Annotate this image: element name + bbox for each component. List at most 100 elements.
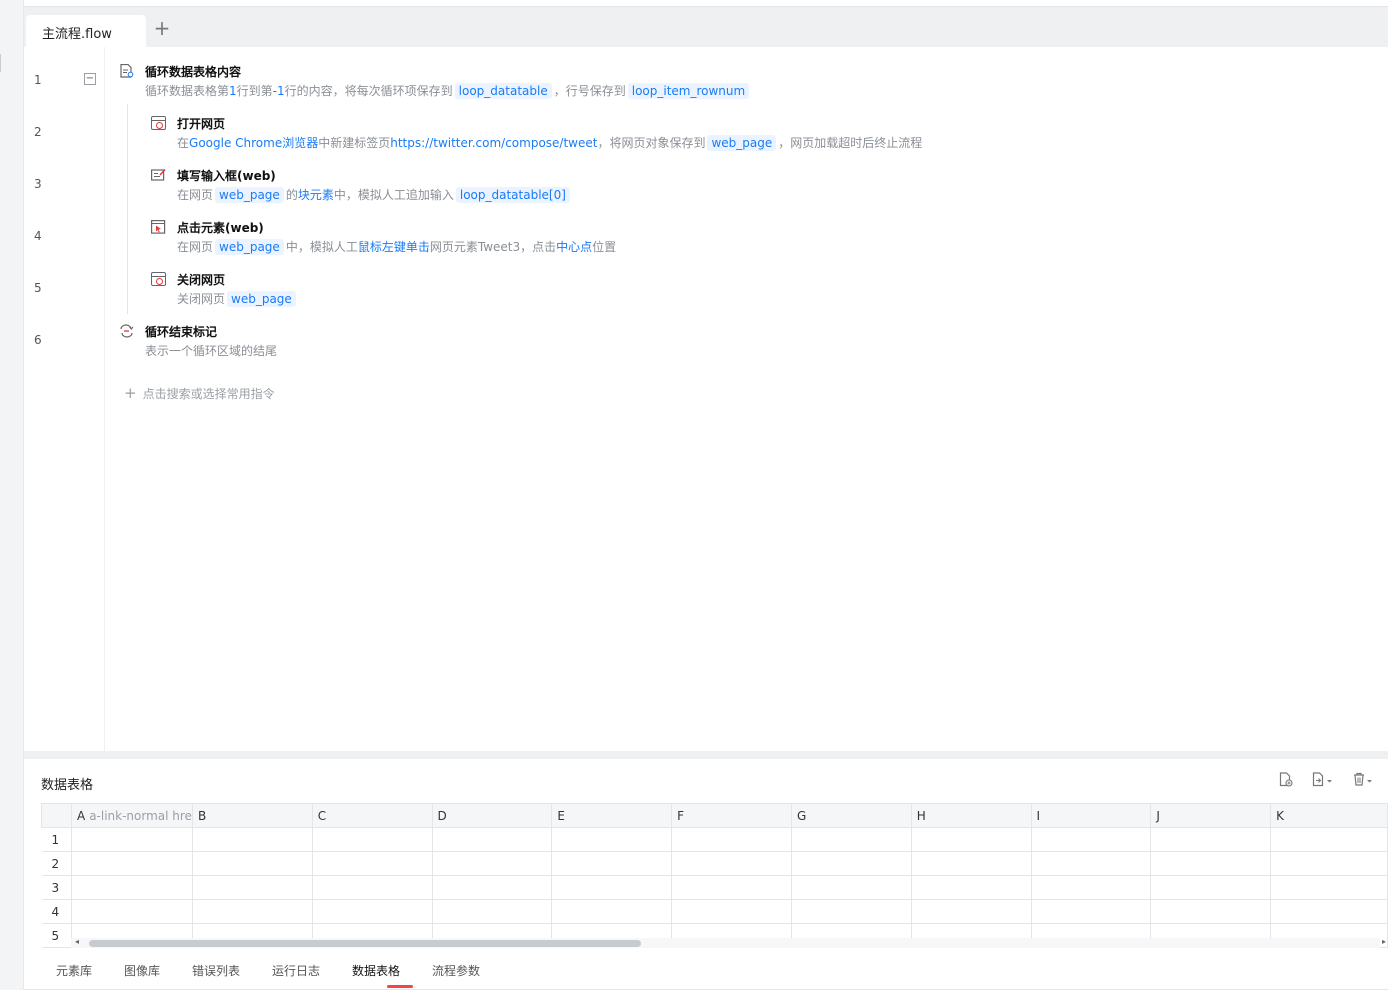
grid-cell[interactable]	[1150, 827, 1272, 852]
grid-cell[interactable]	[70, 875, 193, 900]
grid-cell[interactable]	[311, 875, 433, 900]
loop-table-icon	[120, 64, 134, 78]
step-title: 循环数据表格内容	[145, 65, 242, 79]
variable-chip[interactable]: loop_datatable[0]	[455, 187, 570, 203]
grid-cell[interactable]	[1150, 851, 1272, 876]
row-number[interactable]: 4	[41, 899, 72, 924]
grid-cell[interactable]	[1030, 875, 1152, 900]
grid-cell[interactable]	[910, 899, 1032, 924]
grid-cell[interactable]	[70, 827, 193, 852]
variable-chip[interactable]: web_page	[215, 187, 284, 203]
variable-chip[interactable]: loop_item_rownum	[627, 83, 750, 99]
grid-cell[interactable]	[551, 851, 673, 876]
grid-cell[interactable]	[790, 875, 912, 900]
grid-cell[interactable]	[910, 827, 1032, 852]
column-header[interactable]: B	[191, 803, 313, 828]
grid-cell[interactable]	[1270, 851, 1388, 876]
bottom-tab-images[interactable]: 图像库	[124, 962, 160, 979]
row-number[interactable]: 3	[41, 875, 72, 900]
grid-cell[interactable]	[1030, 827, 1152, 852]
file-add-icon[interactable]	[1279, 772, 1297, 791]
variable-chip[interactable]: web_page	[227, 291, 296, 307]
bottom-tab-elements[interactable]: 元素库	[56, 962, 92, 979]
column-header[interactable]: Aa-link-normal hre	[70, 803, 193, 828]
grid-corner[interactable]	[41, 803, 72, 828]
column-header[interactable]: D	[431, 803, 553, 828]
panel-splitter[interactable]	[24, 751, 1388, 759]
grid-cell[interactable]	[431, 827, 553, 852]
grid-cell[interactable]	[790, 827, 912, 852]
column-header[interactable]: J	[1150, 803, 1272, 828]
grid-cell[interactable]	[671, 851, 792, 876]
grid-cell[interactable]	[790, 899, 912, 924]
column-header[interactable]: C	[311, 803, 433, 828]
grid-cell[interactable]	[671, 875, 792, 900]
grid-cell[interactable]	[1150, 875, 1272, 900]
grid-cell[interactable]	[1030, 851, 1152, 876]
horizontal-scrollbar[interactable]: ◂ ▸	[71, 937, 1386, 948]
grid-cell[interactable]	[551, 899, 673, 924]
loop-end-icon	[120, 324, 134, 338]
line-number: 4	[34, 229, 42, 243]
tab-main-flow[interactable]: 主流程.flow	[26, 15, 146, 48]
row-number[interactable]: 5	[41, 923, 72, 948]
row-number[interactable]: 2	[41, 851, 72, 876]
bottom-tab-flow-params[interactable]: 流程参数	[432, 962, 480, 979]
grid-cell[interactable]	[431, 875, 553, 900]
step-description: 在网页 web_page 中，模拟人工鼠标左键单击网页元素Tweet3，点击中心点位…	[177, 239, 617, 255]
panel-title: 数据表格	[41, 778, 94, 793]
bottom-tab-errors[interactable]: 错误列表	[192, 962, 240, 979]
grid-cell[interactable]	[671, 899, 792, 924]
grid-cell[interactable]	[1270, 899, 1388, 924]
column-header[interactable]: F	[671, 803, 792, 828]
delete-icon[interactable]	[1352, 772, 1374, 791]
column-header[interactable]: I	[1030, 803, 1152, 828]
step-description: 循环数据表格第1行到第-1行的内容，将每次循环项保存到 loop_datatabl…	[145, 82, 751, 99]
export-icon[interactable]	[1312, 772, 1338, 791]
scroll-right-icon[interactable]: ▸	[1382, 937, 1386, 946]
grid-cell[interactable]	[1270, 827, 1388, 852]
grid-cell[interactable]	[70, 899, 193, 924]
grid-cell[interactable]	[1270, 875, 1388, 900]
step-title: 填写输入框(web)	[177, 169, 276, 183]
scroll-left-icon[interactable]: ◂	[75, 937, 79, 946]
grid-cell[interactable]	[70, 851, 193, 876]
grid-cell[interactable]	[191, 851, 313, 876]
add-command-button[interactable]: + 点击搜索或选择常用指令	[124, 384, 275, 402]
column-header[interactable]: H	[910, 803, 1032, 828]
grid-cell[interactable]	[311, 899, 433, 924]
grid-cell[interactable]	[431, 899, 553, 924]
data-grid[interactable]: Aa-link-normal hre B C D E F G H I J K 1…	[41, 803, 1388, 948]
scrollbar-thumb[interactable]	[89, 940, 641, 947]
variable-chip[interactable]: web_page	[707, 135, 777, 151]
step-title: 关闭网页	[177, 273, 226, 287]
variable-chip[interactable]: web_page	[215, 239, 284, 255]
column-header[interactable]: E	[551, 803, 673, 828]
loop-nest-line	[127, 104, 128, 314]
variable-chip[interactable]: loop_datatable	[454, 83, 552, 99]
grid-cell[interactable]	[431, 851, 553, 876]
grid-cell[interactable]	[191, 827, 313, 852]
grid-cell[interactable]	[311, 827, 433, 852]
grid-cell[interactable]	[910, 851, 1032, 876]
grid-cell[interactable]	[551, 827, 673, 852]
bottom-tab-data-table[interactable]: 数据表格	[352, 962, 400, 979]
row-number[interactable]: 1	[41, 827, 72, 852]
gutter-divider	[104, 47, 105, 751]
bottom-tab-run-log[interactable]: 运行日志	[272, 962, 320, 979]
plus-icon[interactable]: +	[152, 18, 172, 39]
grid-cell[interactable]	[311, 851, 433, 876]
line-number: 3	[34, 177, 42, 191]
grid-cell[interactable]	[551, 875, 673, 900]
plus-icon: +	[124, 384, 137, 402]
collapse-toggle-icon[interactable]: −	[84, 73, 96, 85]
grid-cell[interactable]	[191, 899, 313, 924]
grid-cell[interactable]	[790, 851, 912, 876]
grid-cell[interactable]	[1030, 899, 1152, 924]
grid-cell[interactable]	[671, 827, 792, 852]
column-header[interactable]: G	[790, 803, 912, 828]
grid-cell[interactable]	[191, 875, 313, 900]
grid-cell[interactable]	[1150, 899, 1272, 924]
column-header[interactable]: K	[1270, 803, 1388, 828]
grid-cell[interactable]	[910, 875, 1032, 900]
